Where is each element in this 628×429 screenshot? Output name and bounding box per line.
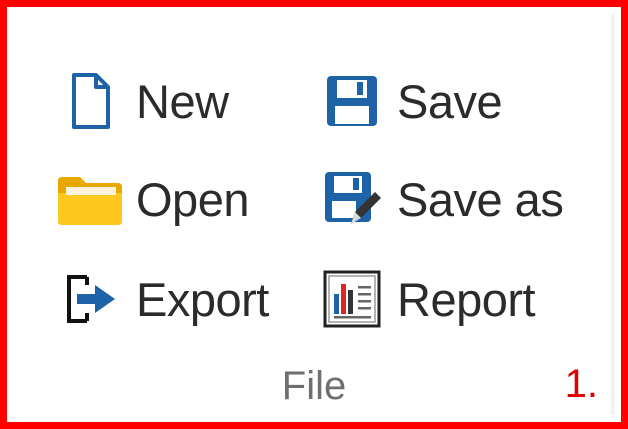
save-as-label: Save as [397,172,564,226]
export-arrow-icon [56,264,126,334]
new-document-icon [56,66,126,136]
ribbon-group-file: New Save Open Save as Export Report File… [14,14,614,415]
annotation-number: 1. [564,362,598,406]
folder-icon [56,164,126,234]
export-button[interactable]: Export [56,264,269,334]
save-label: Save [397,74,503,128]
group-divider [610,14,614,415]
report-chart-icon [317,264,387,334]
new-label: New [136,74,229,128]
save-button[interactable]: Save [317,66,503,136]
group-label: File [281,364,347,408]
report-label: Report [397,272,536,326]
floppy-disk-icon [317,66,387,136]
save-as-button[interactable]: Save as [317,164,564,234]
export-label: Export [136,272,269,326]
open-button[interactable]: Open [56,164,249,234]
open-label: Open [136,172,249,226]
floppy-disk-pen-icon [317,164,387,234]
report-button[interactable]: Report [317,264,536,334]
new-button[interactable]: New [56,66,229,136]
annotation-frame: New Save Open Save as Export Report File… [0,0,628,429]
